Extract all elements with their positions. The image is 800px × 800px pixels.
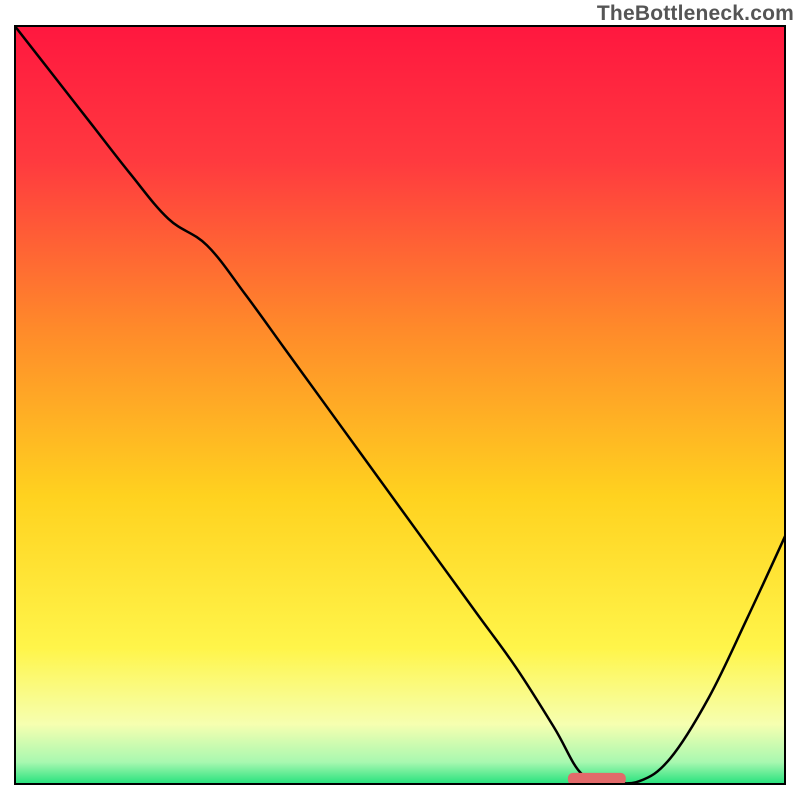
optimal-marker bbox=[568, 773, 626, 785]
gradient-background bbox=[14, 25, 786, 785]
chart-svg bbox=[0, 0, 800, 800]
chart-container: TheBottleneck.com bbox=[0, 0, 800, 800]
watermark-text: TheBottleneck.com bbox=[597, 2, 794, 26]
